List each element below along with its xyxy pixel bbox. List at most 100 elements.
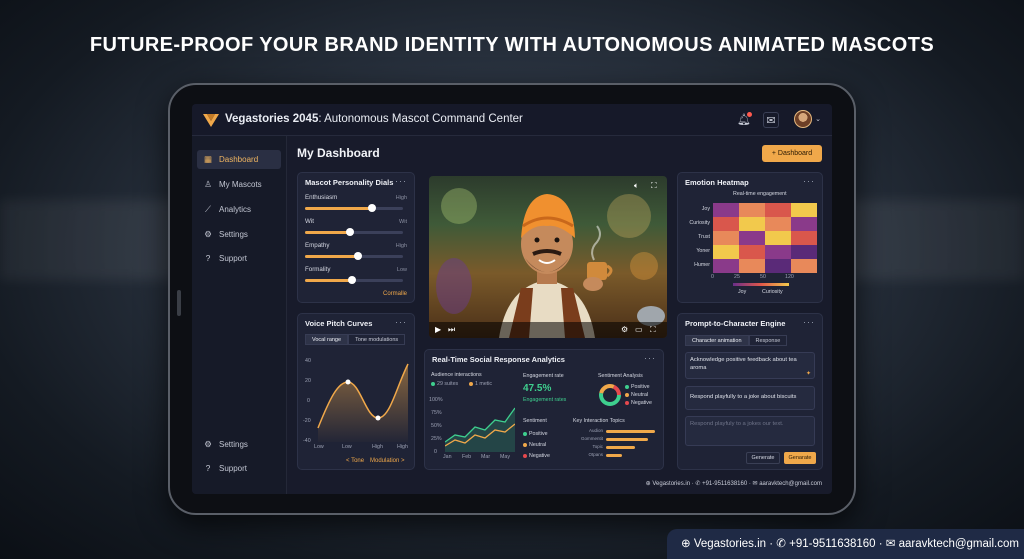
more-icon[interactable]: ··· (803, 176, 815, 186)
dial-knob[interactable] (346, 228, 355, 236)
topic-bar (606, 430, 655, 433)
heatmap-row-label: Curiosity (689, 220, 710, 226)
x-tick: Low (314, 444, 324, 450)
dial-slider[interactable] (305, 276, 403, 284)
heatmap-cell (765, 259, 791, 273)
heatmap-cell (713, 231, 739, 245)
sidebar-item-label: Support (219, 464, 248, 473)
help-icon: ? (205, 253, 211, 263)
social-card: Real-Time Social Response Analytics ··· … (424, 349, 664, 470)
sidebar-item-support[interactable]: ? Support (197, 249, 281, 268)
chevron-down-icon[interactable]: ⌄ (814, 112, 822, 128)
help-icon: ? (205, 463, 211, 473)
dial-knob[interactable] (367, 204, 376, 212)
app-screen: Vegastories 2045: Autonomous Mascot Comm… (192, 104, 832, 494)
x-tick: Mar (481, 454, 491, 460)
heatmap-cell (739, 203, 765, 217)
sidebar-item-settings[interactable]: ⚙ Settings (197, 225, 281, 244)
settings-icon[interactable]: ⚙ (621, 325, 628, 334)
dial-right-label: Low (396, 267, 407, 273)
analysis-item: Negative (631, 400, 652, 406)
sidebar-item-analytics[interactable]: ⟋ Analytics (197, 200, 281, 219)
x-tick: Low (342, 444, 352, 450)
tone-link[interactable]: < Tone (346, 458, 364, 464)
prompt-message-text: Respond playfully to a joke about biscui… (690, 394, 797, 400)
avatar[interactable] (794, 110, 812, 128)
prompt-input[interactable]: Respond playfuly to a jokes our text. (685, 416, 815, 446)
heatmap-cell (739, 245, 765, 259)
topic-label: Audion (588, 428, 603, 433)
sidebar-bottom-support[interactable]: ? Support (197, 459, 281, 478)
heatmap-cell (791, 231, 817, 245)
fullscreen-icon[interactable]: ⛶ (650, 325, 656, 335)
analysis-title: Sentiment Analysis (598, 373, 643, 379)
pitch-card: Voice Pitch Curves ··· Vocal range Tone … (297, 313, 415, 470)
sparkle-icon[interactable]: ✦ (806, 370, 811, 377)
tab-tone-modulations[interactable]: Tone modulations (348, 334, 406, 345)
personality-link[interactable]: Cormalle (383, 291, 407, 297)
prompt-message-2[interactable]: Respond playfully to a joke about biscui… (685, 386, 815, 410)
heatmap-x-tick: 0 (711, 274, 714, 280)
heatmap-cell (739, 217, 765, 231)
bottom-contact-bar: ⊕ Vegastories.in · ✆ +91-9511638160 · ✉ … (667, 529, 1024, 559)
heatmap-legend-bar (733, 283, 789, 286)
generate-button[interactable]: Generate (746, 452, 780, 464)
sidebar: ▦ Dashboard ♙ My Mascots ⟋ Analytics ⚙ Setti… (192, 136, 287, 494)
heatmap-cell (713, 217, 739, 231)
topic-label: Topic (592, 444, 603, 449)
mute-icon[interactable]: 🔈︎ (634, 181, 639, 191)
sidebar-bottom-settings[interactable]: ⚙ Settings (197, 435, 281, 454)
more-icon[interactable]: ··· (644, 353, 656, 363)
heatmap-x-tick: 120 (785, 274, 794, 280)
heatmap-row-label: Humer (694, 262, 710, 268)
add-dashboard-button[interactable]: + Dashboard (762, 145, 822, 162)
pitch-point[interactable] (375, 415, 381, 421)
prompt-message-1[interactable]: Acknowledge positive feedback about tea … (685, 352, 815, 379)
topic-bar (606, 446, 635, 449)
tab-character-animation[interactable]: Character animation (685, 335, 749, 346)
sentiment-item: Neutral (529, 442, 547, 448)
sidebar-item-label: Analytics (219, 205, 252, 214)
heatmap-card: Emotion Heatmap ··· Real-time engagement… (677, 172, 823, 303)
y-tick: -40 (303, 438, 311, 444)
card-title: Mascot Personality Dials (305, 178, 394, 187)
tab-response[interactable]: Response (748, 335, 788, 346)
heatmap-cell (791, 217, 817, 231)
heatmap-cell (791, 245, 817, 259)
expand-icon[interactable]: ⛶ (651, 181, 657, 191)
sentiment-item: Negative (529, 453, 550, 459)
y-tick: 40 (305, 358, 311, 364)
pip-icon[interactable]: ▭ (635, 325, 643, 334)
mascot-video[interactable]: ▶ ⏭ ⚙ ▭ ⛶ 🔈︎ ⛶ (429, 176, 667, 338)
notification-dot (747, 112, 752, 117)
pitch-point[interactable] (345, 379, 351, 385)
y-tick: 25% (431, 436, 442, 442)
sidebar-item-my-mascots[interactable]: ♙ My Mascots (197, 175, 281, 194)
sidebar-item-dashboard[interactable]: ▦ Dashboard (197, 150, 281, 169)
vegastories-logo-icon (203, 114, 219, 127)
inbox-icon[interactable]: ✉ (763, 112, 779, 128)
dial-slider[interactable] (305, 204, 403, 212)
dial-knob[interactable] (348, 276, 357, 284)
dial-label: Formality (305, 266, 331, 273)
dial-knob[interactable] (353, 252, 362, 260)
genarate-button[interactable]: Genarate (784, 452, 816, 464)
modulation-link[interactable]: Modulation > (370, 458, 405, 464)
y-tick: 75% (431, 410, 442, 416)
heatmap-cell (765, 203, 791, 217)
more-icon[interactable]: ··· (395, 317, 407, 327)
tab-vocal-range[interactable]: Vocal range (305, 334, 349, 345)
pitch-area (318, 364, 408, 442)
more-icon[interactable]: ··· (803, 317, 815, 327)
topic-label: Otpans (588, 452, 603, 457)
audience-legend: 1 metic (475, 381, 493, 387)
heatmap-cell (713, 245, 739, 259)
dial-slider[interactable] (305, 228, 403, 236)
skip-icon[interactable]: ⏭ (448, 325, 455, 335)
sentiment-label: Sentiment (523, 418, 547, 424)
more-icon[interactable]: ··· (395, 176, 407, 186)
grid-icon: ▦ (203, 154, 213, 164)
play-icon[interactable]: ▶ (435, 325, 441, 334)
app-title-rest: : Autonomous Mascot Command Center (318, 113, 523, 125)
dial-slider[interactable] (305, 252, 403, 260)
